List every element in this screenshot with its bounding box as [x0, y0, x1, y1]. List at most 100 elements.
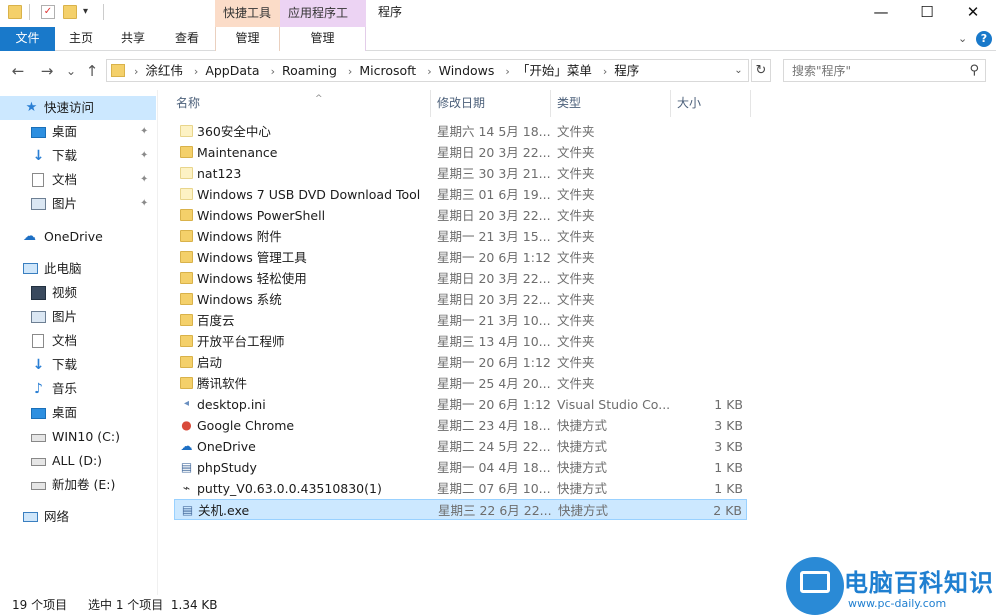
search-icon[interactable]: ⚲ [969, 63, 979, 78]
chevron-right-icon[interactable]: › [603, 65, 607, 78]
table-row[interactable]: Windows 轻松使用 星期日 20 3月 22... 文件夹 [174, 268, 747, 289]
chevron-right-icon[interactable]: › [194, 65, 198, 78]
table-row[interactable]: ▤ phpStudy 星期一 04 4月 18... 快捷方式 1 KB [174, 457, 747, 478]
column-divider[interactable] [750, 90, 751, 117]
column-divider[interactable] [430, 90, 431, 117]
shortcut-icon: ▤ [181, 503, 194, 517]
file-date: 星期一 20 6月 1:12 [437, 397, 551, 412]
table-row[interactable]: 百度云 星期一 21 3月 10... 文件夹 [174, 310, 747, 331]
table-row[interactable]: 360安全中心 星期六 14 5月 18... 文件夹 [174, 121, 747, 142]
column-header-name[interactable]: ^ 名称 [176, 94, 323, 115]
table-row[interactable]: ● Google Chrome 星期二 23 4月 18... 快捷方式 3 KB [174, 415, 747, 436]
tab-manage-shortcut[interactable]: 管理 [215, 27, 280, 51]
pin-icon[interactable]: ✦ [140, 144, 148, 168]
tab-manage-application[interactable]: 管理 [280, 27, 366, 51]
chevron-right-icon[interactable]: › [348, 65, 352, 78]
sidebar-item-music[interactable]: ♪ 音乐 [0, 377, 156, 401]
table-row[interactable]: 启动 星期一 20 6月 1:12 文件夹 [174, 352, 747, 373]
table-row[interactable]: Windows 附件 星期一 21 3月 15... 文件夹 [174, 226, 747, 247]
file-name: 百度云 [197, 313, 235, 328]
table-row[interactable]: Maintenance 星期日 20 3月 22... 文件夹 [174, 142, 747, 163]
breadcrumb-item[interactable]: 涂红伟 [145, 63, 183, 78]
file-date: 星期三 30 3月 21... [437, 166, 551, 181]
recent-locations-button[interactable]: ⌄ [62, 61, 80, 81]
sidebar-item-drive-c[interactable]: WIN10 (C:) [0, 425, 156, 449]
sidebar-item-drive-e[interactable]: 新加卷 (E:) [0, 473, 156, 497]
customize-toolbar-icon[interactable]: ▾ [83, 5, 97, 19]
tab-share[interactable]: 共享 [107, 27, 159, 51]
up-button[interactable]: ↑ [83, 61, 101, 81]
breadcrumb-item[interactable]: 「开始」菜单 [517, 63, 592, 78]
sidebar-item-downloads[interactable]: ↓ 下载 ✦ [0, 144, 156, 168]
minimize-button[interactable]: — [858, 0, 904, 27]
sidebar-item-onedrive[interactable]: ☁ OneDrive [0, 225, 156, 249]
sidebar-item-pictures[interactable]: 图片 ✦ [0, 192, 156, 216]
table-row[interactable]: 腾讯软件 星期一 25 4月 20... 文件夹 [174, 373, 747, 394]
breadcrumb-item[interactable]: Windows [439, 63, 495, 78]
breadcrumb-item[interactable]: Roaming [282, 63, 337, 78]
table-row[interactable]: ◂ desktop.ini 星期一 20 6月 1:12 Visual Studio … [174, 394, 747, 415]
sidebar-item-quick-access[interactable]: ★ 快速访问 [0, 96, 156, 120]
maximize-button[interactable]: ☐ [904, 0, 950, 27]
sidebar-item-videos[interactable]: 视频 [0, 281, 156, 305]
refresh-button[interactable]: ↻ [751, 59, 771, 82]
tab-view[interactable]: 查看 [159, 27, 215, 51]
sidebar-item-pc-downloads[interactable]: ↓ 下载 [0, 353, 156, 377]
tab-home[interactable]: 主页 [55, 27, 107, 51]
sidebar-item-pc-desktop[interactable]: 桌面 [0, 401, 156, 425]
context-tab-quick-tools: 快捷工具 [215, 0, 280, 27]
folder-pale-icon [180, 125, 193, 137]
folder-icon [180, 251, 193, 263]
chevron-right-icon[interactable]: › [134, 65, 138, 78]
file-type: 文件夹 [557, 334, 595, 349]
chevron-down-icon[interactable]: ⌄ [729, 60, 748, 81]
table-row[interactable]: Windows 系统 星期日 20 3月 22... 文件夹 [174, 289, 747, 310]
properties-icon[interactable]: ✓ [41, 5, 55, 19]
divider [29, 4, 30, 20]
help-icon[interactable]: ? [976, 31, 992, 47]
pin-icon[interactable]: ✦ [140, 192, 148, 216]
sidebar-item-desktop[interactable]: 桌面 ✦ [0, 120, 156, 144]
column-header-type[interactable]: 类型 [557, 95, 581, 115]
ini-file-icon: ◂ [183, 398, 190, 409]
breadcrumb-item[interactable]: 程序 [614, 63, 639, 78]
sidebar-item-network[interactable]: 网络 [0, 505, 156, 529]
chevron-right-icon[interactable]: › [427, 65, 431, 78]
new-folder-icon[interactable] [63, 5, 77, 19]
sidebar-item-this-pc[interactable]: 此电脑 [0, 257, 156, 281]
table-row[interactable]: 开放平台工程师 星期三 13 4月 10... 文件夹 [174, 331, 747, 352]
chevron-right-icon[interactable]: › [505, 65, 509, 78]
tab-file[interactable]: 文件 [0, 27, 55, 51]
column-divider[interactable] [550, 90, 551, 117]
table-row[interactable]: Windows PowerShell 星期日 20 3月 22... 文件夹 [174, 205, 747, 226]
sidebar-item-documents[interactable]: 文档 ✦ [0, 168, 156, 192]
close-button[interactable]: ✕ [950, 0, 996, 27]
sidebar-item-pc-pictures[interactable]: 图片 [0, 305, 156, 329]
forward-button[interactable]: → [38, 61, 56, 81]
column-divider[interactable] [670, 90, 671, 117]
table-row[interactable]: Windows 7 USB DVD Download Tool 星期三 01 6月… [174, 184, 747, 205]
table-row[interactable]: Windows 管理工具 星期一 20 6月 1:12 文件夹 [174, 247, 747, 268]
file-name: 开放平台工程师 [197, 334, 285, 349]
breadcrumb-item[interactable]: Microsoft [359, 63, 416, 78]
breadcrumb-item[interactable]: AppData [205, 63, 259, 78]
file-date: 星期一 20 6月 1:12 [437, 355, 551, 370]
column-header-size[interactable]: 大小 [677, 95, 701, 115]
table-row[interactable]: ⌁ putty_V0.63.0.0.43510830(1) 星期二 07 6月 10… [174, 478, 747, 499]
table-row[interactable]: ☁ OneDrive 星期二 24 5月 22... 快捷方式 3 KB [174, 436, 747, 457]
search-input[interactable] [784, 60, 954, 81]
back-button[interactable]: ← [9, 61, 27, 81]
chevron-right-icon[interactable]: › [271, 65, 275, 78]
drive-icon [31, 434, 46, 442]
sidebar-item-drive-d[interactable]: ALL (D:) [0, 449, 156, 473]
column-header-date[interactable]: 修改日期 [437, 95, 485, 115]
expand-ribbon-icon[interactable]: ⌄ [958, 32, 967, 45]
file-type: 快捷方式 [557, 481, 608, 496]
pin-icon[interactable]: ✦ [140, 168, 148, 192]
pin-icon[interactable]: ✦ [140, 120, 148, 144]
table-row[interactable]: ▤ 关机.exe 星期三 22 6月 22... 快捷方式 2 KB [174, 499, 747, 520]
address-bar[interactable]: › 涂红伟 › AppData › Roaming › Microsoft › Windo… [106, 59, 749, 82]
sidebar-item-label: 文档 [52, 172, 78, 187]
table-row[interactable]: nat123 星期三 30 3月 21... 文件夹 [174, 163, 747, 184]
sidebar-item-pc-documents[interactable]: 文档 [0, 329, 156, 353]
